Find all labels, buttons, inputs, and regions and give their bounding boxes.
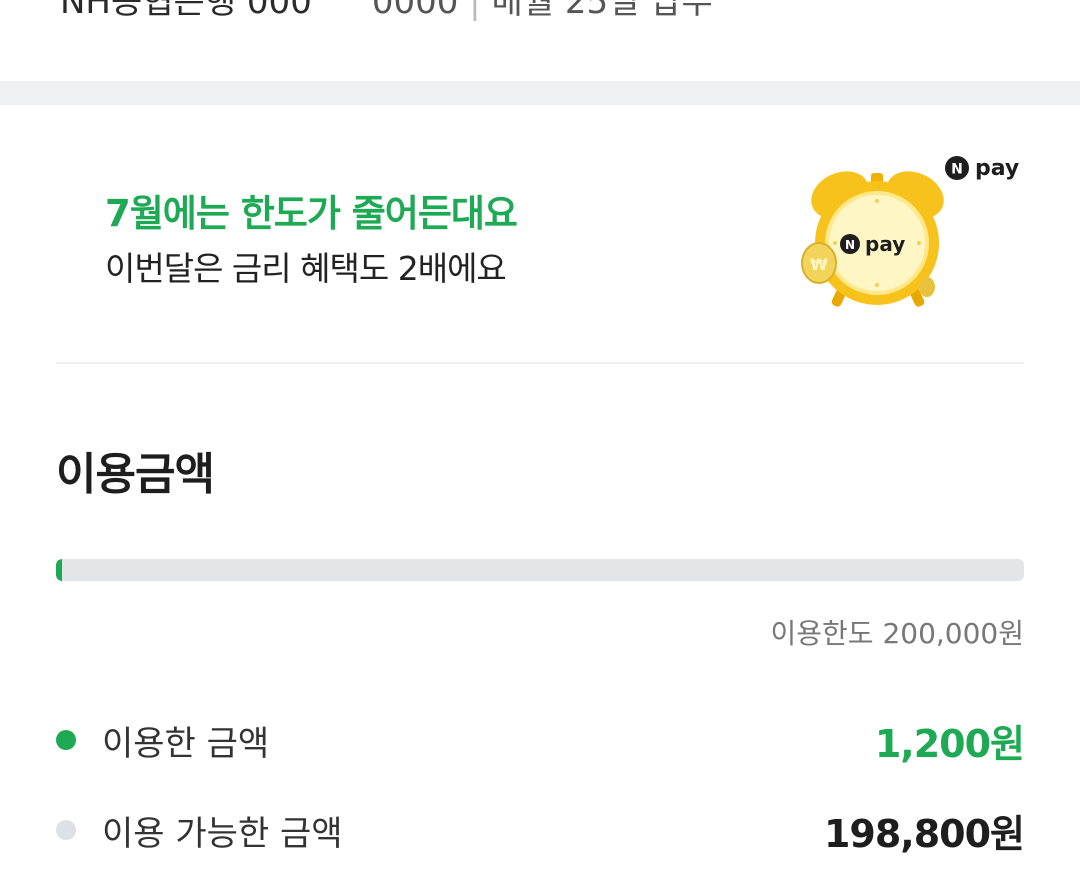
bank-account-label: NH농협은행 000 [60,0,312,22]
svg-text:pay: pay [975,156,1019,181]
usage-progress-fill [56,559,62,581]
available-amount-label: 이용 가능한 금액 [102,813,343,854]
banner-title: 7월에는 한도가 줄어든대요 [105,192,518,235]
used-amount-row: 이용한 금액 1,200원 [56,710,1025,770]
used-amount-value: 1,200원 [874,721,1025,766]
svg-text:N: N [951,162,963,178]
section-separator-band [0,81,1080,105]
used-amount-label: 이용한 금액 [102,723,270,764]
promo-banner[interactable]: 7월에는 한도가 줄어든대요 이번달은 금리 혜택도 2배에요 N pay N … [0,105,1080,363]
svg-text:₩: ₩ [810,255,828,274]
available-amount-row: 이용 가능한 금액 198,800원 [56,800,1025,860]
page: NH농협은행 000 0000 | 매월 25일 납부 7월에는 한도가 줄어든… [0,0,1080,892]
svg-text:N: N [845,238,855,252]
section-title: 이용금액 [56,449,215,500]
npay-badge-icon: N pay [945,156,1019,181]
used-dot-icon [56,730,76,750]
available-amount-value: 198,800원 [823,811,1025,856]
usage-limit-text: 이용한도 200,000원 [770,617,1025,650]
account-tail: 0000 | 매월 25일 납부 [371,0,713,22]
available-dot-icon [56,820,76,840]
divider [56,362,1024,364]
svg-text:pay: pay [865,232,905,256]
account-row: NH농협은행 000 0000 | 매월 25일 납부 [60,0,713,22]
npay-alarm-clock-illustration: N pay N pay ₩ [801,156,1019,307]
usage-progress-bar [56,559,1024,581]
coin-icon: ₩ [801,242,837,284]
banner-subtitle: 이번달은 금리 혜택도 2배에요 [105,249,507,288]
